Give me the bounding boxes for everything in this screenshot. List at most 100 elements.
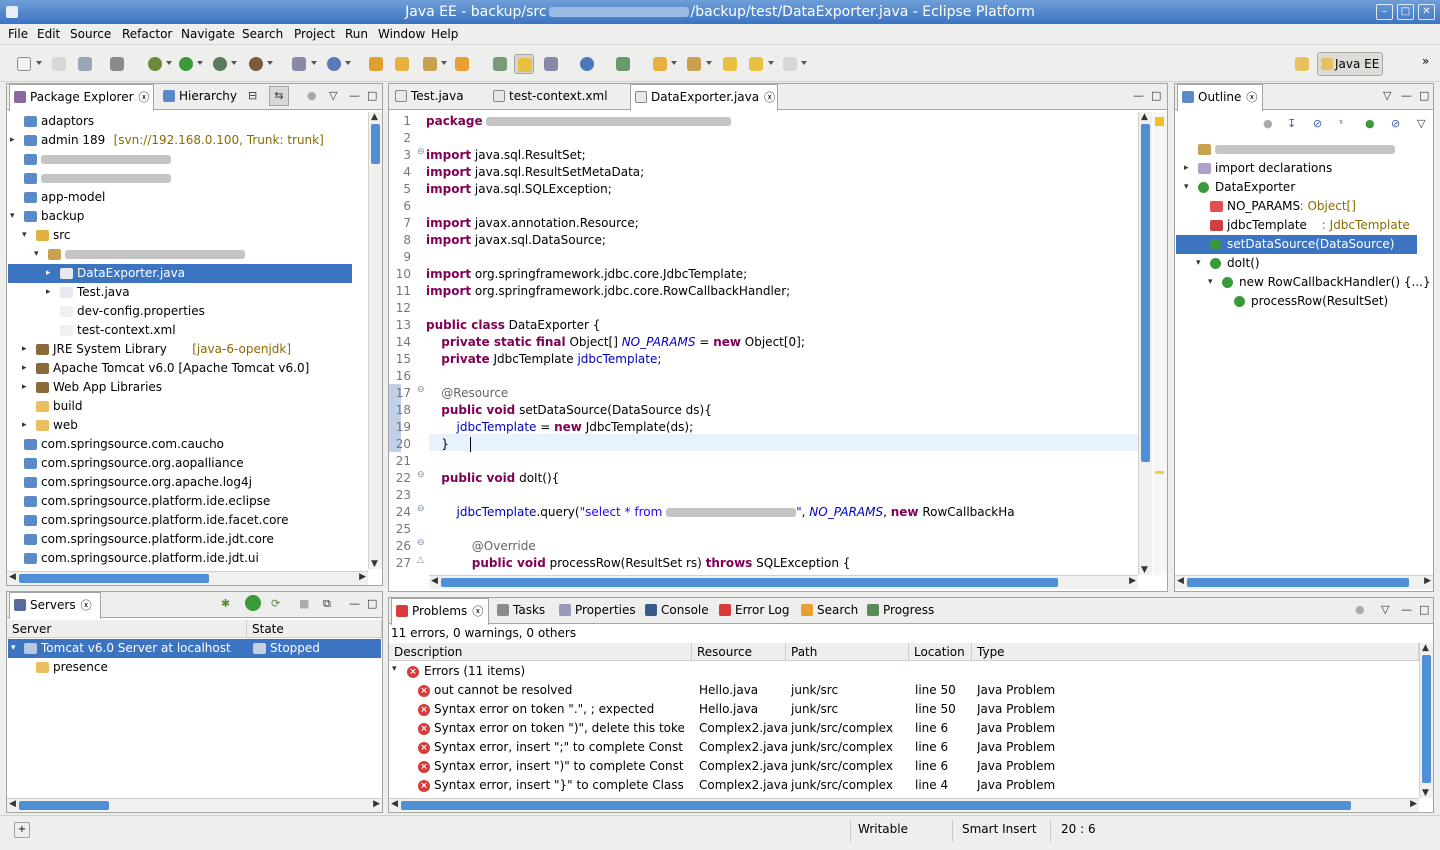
fold-toggle-icon[interactable]: ⊖ xyxy=(417,385,425,395)
perspective-java-ee[interactable]: Java EE xyxy=(1317,52,1383,76)
tab-tasks[interactable]: Tasks xyxy=(493,598,553,624)
tree-item[interactable]: jdbcTemplate: JdbcTemplate xyxy=(1176,216,1417,235)
hide-static-icon[interactable]: ˢ xyxy=(1339,117,1343,130)
debug-icon[interactable] xyxy=(145,54,165,74)
profile-server-icon[interactable]: ⟳ xyxy=(271,597,280,610)
tree-item[interactable]: com.springsource.org.apache.log4j xyxy=(8,473,352,492)
sync-icon[interactable] xyxy=(613,54,633,74)
code-editor[interactable]: 1 package 2 3 ⊖ import java.sql.ResultSet; 4 i… xyxy=(389,112,1138,570)
collapse-twistie[interactable]: ▾ xyxy=(34,245,39,264)
tree-item[interactable] xyxy=(8,169,352,188)
server-icon[interactable] xyxy=(107,54,127,74)
menu-help[interactable]: Help xyxy=(431,27,458,41)
prev-annotation-icon[interactable] xyxy=(684,54,704,74)
editor-hscroll[interactable]: ◀ ▶ xyxy=(429,575,1138,589)
problem-row[interactable]: × Syntax error, insert "}" to complete Cl… xyxy=(389,776,1419,795)
tab-test-java[interactable]: Test.java xyxy=(391,84,481,110)
tree-item[interactable]: com.springsource.platform.ide.facet.core xyxy=(8,511,352,530)
editor-vscroll[interactable]: ▲ ▼ xyxy=(1138,112,1152,575)
tab-properties[interactable]: Properties xyxy=(555,598,637,624)
tab-package-explorer[interactable]: Package Explorer ⓧ xyxy=(9,84,154,111)
collapse-twistie[interactable]: ▾ xyxy=(11,639,16,658)
tree-item[interactable]: app-model xyxy=(8,188,352,207)
expand-twistie[interactable]: ▸ xyxy=(22,416,27,435)
column-header-location[interactable]: Location xyxy=(909,643,972,661)
search-folder-icon[interactable] xyxy=(452,54,472,74)
menu-edit[interactable]: Edit xyxy=(37,27,60,41)
forward-icon[interactable] xyxy=(780,54,800,74)
column-header-path[interactable]: Path xyxy=(786,643,909,661)
problems-hscroll[interactable]: ◀ ▶ xyxy=(389,798,1419,812)
menu-run[interactable]: Run xyxy=(345,27,368,41)
next-annotation-icon[interactable] xyxy=(650,54,670,74)
hide-non-public-icon[interactable]: ● xyxy=(1365,117,1375,130)
server-row[interactable]: presence xyxy=(8,658,381,677)
fold-toggle-icon[interactable]: ⊖ xyxy=(417,538,425,548)
menu-navigate[interactable]: Navigate xyxy=(181,27,235,41)
tab-progress[interactable]: Progress xyxy=(863,598,941,624)
tree-item[interactable]: ▸ admin 189 [svn://192.168.0.100, Trunk: t… xyxy=(8,131,352,150)
expand-twistie[interactable]: ▸ xyxy=(22,359,27,378)
tree-item[interactable]: build xyxy=(8,397,352,416)
annotation-icon[interactable] xyxy=(490,54,510,74)
menu-window[interactable]: Window xyxy=(378,27,425,41)
tab-outline[interactable]: Outline ⓧ xyxy=(1177,84,1263,111)
debug-server-icon[interactable]: ✱ xyxy=(221,597,230,610)
tree-item[interactable]: ▸ Test.java xyxy=(8,283,352,302)
tree-item[interactable]: com.springsource.com.caucho xyxy=(8,435,352,454)
open-perspective-icon[interactable] xyxy=(1292,54,1312,74)
tree-item[interactable]: setDataSource(DataSource) xyxy=(1176,235,1417,254)
tab-hierarchy[interactable]: Hierarchy xyxy=(159,84,241,110)
minimize-view-icon[interactable]: — xyxy=(349,597,360,610)
problem-row[interactable]: × Syntax error, insert ")" to complete Co… xyxy=(389,757,1419,776)
more-perspectives-icon[interactable]: » xyxy=(1422,54,1429,68)
view-menu-icon[interactable]: ▽ xyxy=(329,89,337,102)
minimize-button[interactable]: – xyxy=(1376,4,1393,20)
view-menu-icon[interactable]: ▽ xyxy=(1383,89,1391,102)
filter-icon[interactable]: ● xyxy=(1355,603,1365,616)
run-icon[interactable] xyxy=(176,54,196,74)
link-with-editor-icon[interactable]: ⇆ xyxy=(269,86,289,106)
collapse-twistie[interactable]: ▾ xyxy=(1184,178,1189,197)
minimize-view-icon[interactable]: — xyxy=(1133,89,1144,102)
menu-refactor[interactable]: Refactor xyxy=(122,27,172,41)
external-tools-icon[interactable] xyxy=(246,54,266,74)
tab-test-context-xml[interactable]: test-context.xml xyxy=(489,84,614,110)
expand-twistie[interactable]: ▸ xyxy=(46,283,51,302)
tree-item[interactable]: ▸ web xyxy=(8,416,352,435)
new-server-icon[interactable] xyxy=(289,54,309,74)
tree-item[interactable]: com.springsource.org.aopalliance xyxy=(8,454,352,473)
new-icon[interactable] xyxy=(14,54,34,74)
tree-item[interactable]: ▸ Apache Tomcat v6.0 [Apache Tomcat v6.0] xyxy=(8,359,352,378)
tree-item[interactable]: ▾ backup xyxy=(8,207,352,226)
hide-fields-icon[interactable]: ⊘ xyxy=(1313,117,1322,130)
outline-hscroll[interactable]: ◀ ▶ xyxy=(1175,575,1433,589)
publish-icon[interactable]: ⧉ xyxy=(323,597,331,611)
minimize-view-icon[interactable]: — xyxy=(1401,603,1412,616)
tree-item[interactable]: ▾ DataExporter xyxy=(1176,178,1417,197)
expand-twistie[interactable]: ▸ xyxy=(22,340,27,359)
close-icon[interactable]: ⓧ xyxy=(764,91,775,104)
hide-local-types-icon[interactable]: ⊘ xyxy=(1391,117,1400,130)
expand-twistie[interactable]: ▸ xyxy=(10,131,15,150)
collapse-all-icon[interactable]: ⊟ xyxy=(248,89,257,102)
last-edit-icon[interactable] xyxy=(720,54,740,74)
tree-item[interactable] xyxy=(1176,140,1417,159)
tree-item[interactable]: com.springsource.platform.ide.jdt.core xyxy=(8,530,352,549)
problem-row[interactable]: × Syntax error, insert ";" to complete Co… xyxy=(389,738,1419,757)
tree-item[interactable]: ▸ JRE System Library [java-6-openjdk] xyxy=(8,340,352,359)
tree-item[interactable]: ▾ new RowCallbackHandler() {...} xyxy=(1176,273,1431,292)
menu-project[interactable]: Project xyxy=(294,27,335,41)
tab-problems[interactable]: Problems ⓧ xyxy=(391,598,489,625)
close-icon[interactable]: ⓧ xyxy=(81,599,92,612)
tab-servers[interactable]: Servers ⓧ xyxy=(9,592,101,619)
problems-vscroll[interactable]: ▲ ▼ xyxy=(1419,643,1433,798)
fold-toggle-icon[interactable]: ⊖ xyxy=(417,504,425,514)
view-filter-icon[interactable]: ● xyxy=(307,89,317,102)
fold-toggle-icon[interactable]: ⊖ xyxy=(417,147,425,157)
tree-item[interactable]: com.springsource.platform.ide.eclipse xyxy=(8,492,352,511)
collapse-twistie[interactable]: ▾ xyxy=(22,226,27,245)
tab-error-log[interactable]: Error Log xyxy=(715,598,793,624)
close-icon[interactable]: ⓧ xyxy=(472,605,483,618)
menu-search[interactable]: Search xyxy=(242,27,283,41)
